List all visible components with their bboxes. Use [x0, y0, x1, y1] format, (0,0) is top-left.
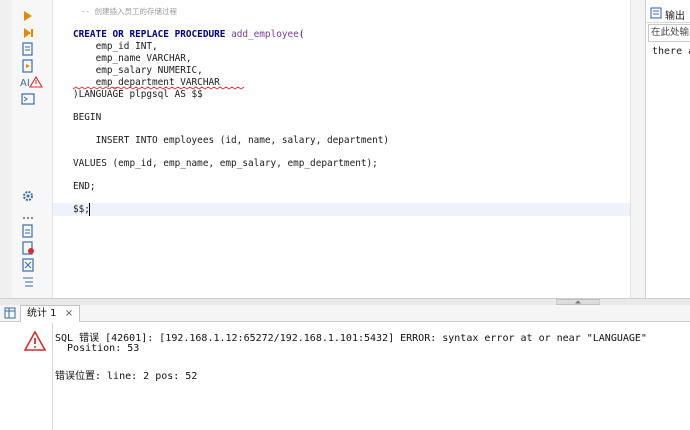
- procedure-name: add_employee: [231, 29, 299, 40]
- explain-plan-icon[interactable]: [21, 41, 35, 56]
- code-line-7: BEGIN: [73, 112, 102, 123]
- close-tab-icon[interactable]: ×: [65, 308, 73, 319]
- code-line-3: emp_name VARCHAR,: [73, 53, 192, 64]
- run-script-icon[interactable]: [21, 25, 35, 39]
- results-tab-bar: 统计 1 ×: [0, 305, 690, 322]
- error-message-area: SQL 错误 [42601]: [192.168.1.12:65272/192.…: [52, 323, 690, 430]
- error-warning-icon: [24, 331, 46, 351]
- outline-icon[interactable]: [21, 274, 35, 288]
- left-strip: [0, 0, 12, 298]
- output-filter-input[interactable]: 在此处输入: [648, 24, 690, 42]
- code-line-11: $$;: [73, 204, 90, 215]
- code-comment: -- 创建插入员工的存储过程: [81, 7, 178, 16]
- terminal-icon[interactable]: [21, 91, 35, 105]
- code-keyword: CREATE OR REPLACE PROCEDURE: [73, 29, 226, 40]
- tab-statistics[interactable]: 统计 1 ×: [20, 305, 81, 322]
- code-line-4: emp_salary NUMERIC,: [73, 65, 203, 76]
- output-tab[interactable]: 输出: [646, 4, 690, 23]
- tab-statistics-label: 统计 1: [27, 308, 57, 319]
- text-cursor: [89, 203, 90, 216]
- ai-assist-icon[interactable]: AI: [19, 74, 43, 89]
- current-line-highlight: [53, 203, 630, 216]
- left-toolbar: AI: [0, 0, 53, 298]
- code-line-10: END;: [73, 181, 96, 192]
- svg-text:AI: AI: [20, 78, 30, 89]
- results-grid-icon: [4, 307, 16, 319]
- error-file-icon[interactable]: [21, 240, 35, 255]
- more-dots-icon[interactable]: [21, 206, 35, 219]
- export-icon[interactable]: [21, 223, 35, 238]
- sql-editor[interactable]: -- 创建插入员工的存储过程 CREATE OR REPLACE PROCEDU…: [53, 0, 630, 298]
- error-line-1: SQL 错误 [42601]: [192.168.1.12:65272/192.…: [55, 333, 647, 344]
- editor-vertical-scrollbar[interactable]: [630, 0, 645, 298]
- format-icon[interactable]: [21, 257, 35, 272]
- output-text: there a: [652, 46, 690, 57]
- error-position: Position: 53: [55, 343, 140, 354]
- output-tab-label: 输出: [665, 11, 685, 22]
- load-plan-icon[interactable]: [21, 58, 35, 73]
- results-panel: 统计 1 × SQL 错误 [42601]: [192.168.1.12:652…: [0, 305, 690, 430]
- settings-gear-icon[interactable]: [21, 188, 35, 202]
- code-line-1: CREATE OR REPLACE PROCEDURE add_employee…: [73, 29, 304, 41]
- output-panel: 输出 在此处输入 there a: [645, 0, 690, 298]
- error-squiggle: [73, 86, 245, 90]
- code-paren: (: [298, 29, 305, 40]
- error-location: 错误位置: line: 2 pos: 52: [55, 371, 198, 382]
- code-line-9: VALUES (emp_id, emp_name, emp_salary, em…: [73, 158, 378, 169]
- code-line-8: INSERT INTO employees (id, name, salary,…: [73, 135, 390, 146]
- run-statement-icon[interactable]: [21, 8, 35, 22]
- code-line-2: emp_id INT,: [73, 41, 158, 52]
- output-icon: [650, 7, 662, 19]
